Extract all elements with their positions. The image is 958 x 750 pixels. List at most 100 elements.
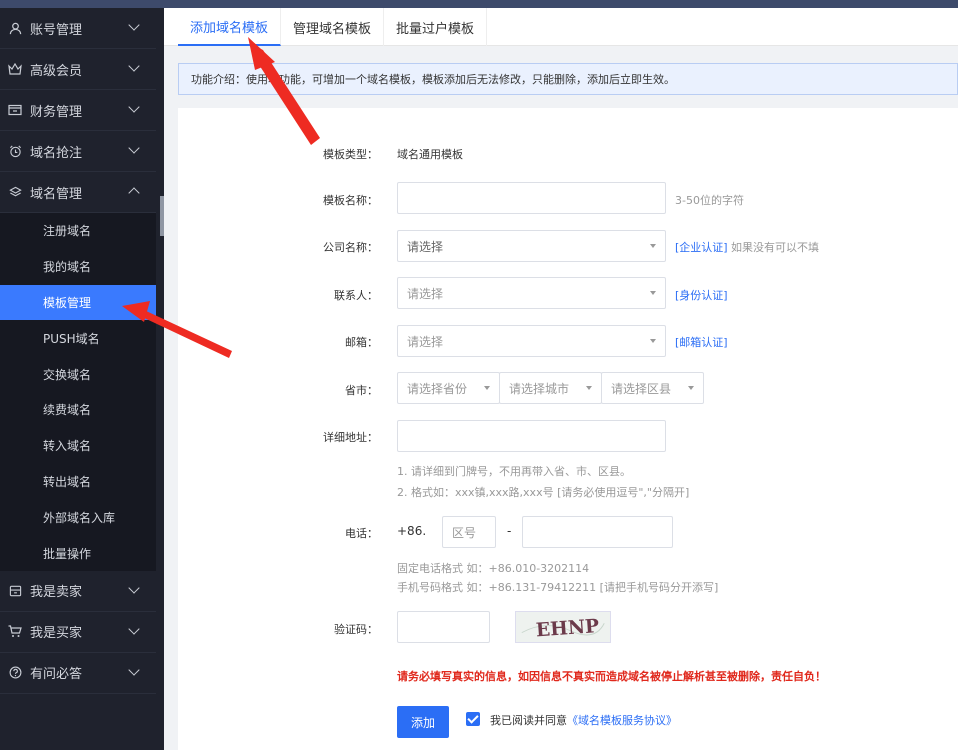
crown-icon [8,62,22,76]
chevron-up-icon [128,187,140,199]
menu-domain-manage[interactable]: 域名管理 [0,172,156,213]
email-select-value: 请选择 [407,334,444,349]
phone-number-input[interactable] [522,516,673,548]
alarm-clock-icon [8,144,22,158]
menu-finance-label: 财务管理 [30,104,83,120]
tab-batch-transfer-template[interactable]: 批量过户模板 [384,8,487,46]
phone-country-prefix: +86. [397,524,427,538]
menu-domain-manage-label: 域名管理 [30,186,83,202]
district-select-value: 请选择区县 [611,381,672,396]
captcha-text: EHNP [535,615,600,641]
submenu-renew-domain[interactable]: 续费域名 [0,392,156,428]
contact-select[interactable]: 请选择 [397,277,666,309]
chevron-down-icon [128,623,140,635]
sidebar: 账号管理 高级会员 财务管理 域名抢注 域名管理 注册域名 我的域名 模板管理 … [0,8,164,750]
domain-submenu: 注册域名 我的域名 模板管理 PUSH域名 交换域名 续费域名 转入域名 转出域… [0,213,156,571]
captcha-label: 验证码： [334,623,378,636]
cart-icon [8,625,22,639]
template-type-value: 域名通用模板 [397,148,463,161]
main-content: 添加域名模板 管理域名模板 批量过户模板 功能介绍：使用本功能，可增加一个域名模… [164,8,958,750]
template-type-label: 模板类型： [323,148,378,161]
submenu-register-domain[interactable]: 注册域名 [0,213,156,249]
submenu-exchange-domain[interactable]: 交换域名 [0,356,156,392]
address-label: 详细地址： [323,431,378,444]
caret-down-icon [484,386,490,390]
chevron-down-icon [128,664,140,676]
phone-area-placeholder: 区号 [452,525,477,540]
province-select[interactable]: 请选择省份 [397,372,500,404]
menu-account-label: 账号管理 [30,22,83,38]
phone-hint-2: 手机号码格式 如：+86.131-79412211 [请把手机号码分开添写] [397,581,719,594]
submenu-my-domains[interactable]: 我的域名 [0,249,156,285]
province-select-value: 请选择省份 [407,381,468,396]
company-select-value: 请选择 [407,239,444,254]
company-label: 公司名称： [323,241,378,254]
agree-text: 我已阅读并同意《域名模板服务协议》 [490,712,677,728]
layers-icon [8,185,22,199]
enterprise-verify-link[interactable]: [企业认证] [675,239,728,255]
identity-verify-link[interactable]: [身份认证] [675,287,728,303]
menu-finance[interactable]: 财务管理 [0,90,156,131]
chevron-down-icon [128,19,140,31]
contact-select-value: 请选择 [407,286,444,301]
menu-account[interactable]: 账号管理 [0,8,156,49]
chevron-down-icon [128,142,140,154]
phone-dash: - [507,524,512,538]
region-label: 省市： [345,384,378,397]
agree-checkbox[interactable] [466,712,480,726]
city-select[interactable]: 请选择城市 [499,372,602,404]
menu-faq[interactable]: 有问必答 [0,653,156,694]
address-hint-2: 2. 格式如：xxx镇,xxx路,xxx号 [请务必使用逗号","分隔开] [397,486,690,499]
sidebar-menu: 账号管理 高级会员 财务管理 域名抢注 域名管理 注册域名 我的域名 模板管理 … [0,8,156,694]
menu-seller[interactable]: 我是卖家 [0,571,156,612]
menu-faq-label: 有问必答 [30,667,83,683]
store-icon [8,584,22,598]
submenu-batch-ops[interactable]: 批量操作 [0,535,156,571]
top-strip [0,0,958,8]
submenu-transfer-out[interactable]: 转出域名 [0,464,156,500]
question-icon [8,666,22,680]
caret-down-icon [650,244,656,248]
submenu-push-domain[interactable]: PUSH域名 [0,320,156,356]
template-name-input[interactable] [397,182,666,214]
captcha-image[interactable]: EHNP [515,611,611,643]
menu-buyer[interactable]: 我是买家 [0,612,156,653]
district-select[interactable]: 请选择区县 [601,372,704,404]
company-hint: 如果没有可以不填 [731,241,819,254]
truthful-info-warning: 请务必填写真实的信息，如因信息不真实而造成域名被停止解析甚至被删除，责任自负！ [397,670,826,683]
submenu-template-manage[interactable]: 模板管理 [0,284,156,321]
tab-add-template[interactable]: 添加域名模板 [178,8,281,46]
address-input[interactable] [397,420,666,452]
menu-snatch[interactable]: 域名抢注 [0,131,156,172]
menu-vip[interactable]: 高级会员 [0,49,156,90]
captcha-input[interactable] [397,611,490,643]
email-select[interactable]: 请选择 [397,325,666,357]
contact-label: 联系人： [334,289,378,302]
chevron-down-icon [128,101,140,113]
menu-seller-label: 我是卖家 [30,585,83,601]
user-icon [8,21,22,35]
agree-label: 我已阅读并同意 [490,714,567,727]
caret-down-icon [650,291,656,295]
caret-down-icon [650,339,656,343]
email-label: 邮箱： [345,336,378,349]
add-template-button[interactable]: 添加 [397,706,449,738]
city-select-value: 请选择城市 [509,381,570,396]
chevron-down-icon [128,60,140,72]
menu-buyer-label: 我是买家 [30,626,83,642]
submenu-external-import[interactable]: 外部域名入库 [0,499,156,535]
tab-manage-template[interactable]: 管理域名模板 [281,8,384,46]
service-agreement-link[interactable]: 《域名模板服务协议》 [567,714,677,727]
caret-down-icon [688,386,694,390]
template-form: 模板类型： 域名通用模板 模板名称： 3-50位的字符 公司名称： 请选择 [企… [178,108,958,750]
chevron-down-icon [128,582,140,594]
email-verify-link[interactable]: [邮箱认证] [675,334,728,350]
submenu-transfer-in[interactable]: 转入域名 [0,428,156,464]
phone-area-code-input[interactable]: 区号 [442,516,496,548]
address-hint-1: 1. 请详细到门牌号，不用再带入省、市、区县。 [397,465,631,478]
menu-snatch-label: 域名抢注 [30,145,83,161]
menu-vip-label: 高级会员 [30,63,83,79]
wallet-icon [8,103,22,117]
company-select[interactable]: 请选择 [397,230,666,262]
template-name-label: 模板名称： [323,194,378,207]
